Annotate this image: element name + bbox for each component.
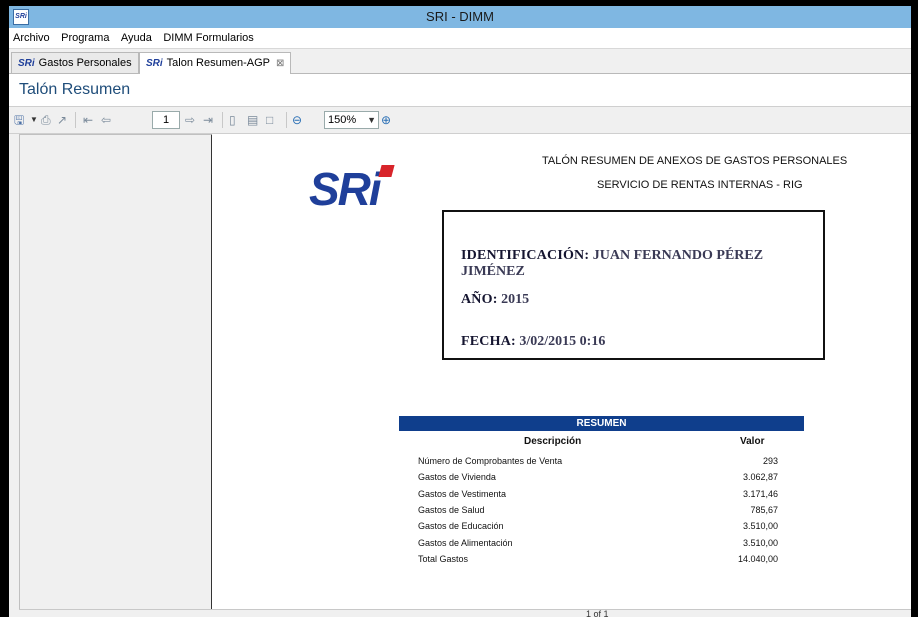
date-line: FECHA: 3/02/2015 0:16 (461, 334, 605, 350)
table-row: Gastos de Vivienda 3.062,87 (418, 472, 778, 488)
zoom-in-icon[interactable]: ⊕ (381, 112, 391, 128)
title-bar[interactable]: SRi SRI - DIMM (9, 6, 911, 28)
menu-programa[interactable]: Programa (57, 29, 112, 44)
page-number-input[interactable]: 1 (152, 111, 180, 129)
sri-logo-icon: SRi (18, 58, 35, 69)
tab-bar: SRi Gastos Personales SRi Talon Resumen-AG… (9, 49, 911, 74)
chevron-down-icon: ▼ (367, 115, 376, 125)
menu-archivo[interactable]: Archivo (9, 29, 53, 44)
date-label: FECHA: (461, 334, 516, 349)
dropdown-arrow-icon[interactable]: ▼ (30, 112, 38, 128)
menu-bar: Archivo Programa Ayuda DIMM Formularios (9, 28, 911, 49)
year-value: 2015 (501, 292, 530, 307)
row-description: Gastos de Vestimenta (418, 489, 507, 499)
identification-label: IDENTIFICACIÓN: (461, 248, 590, 263)
app-window: SRi SRI - DIMM Archivo Programa Ayuda DI… (9, 6, 911, 617)
screen-frame: SRi SRI - DIMM Archivo Programa Ayuda DI… (0, 0, 918, 617)
row-description: Número de Comprobantes de Venta (418, 456, 563, 466)
tab-talon-resumen-agp[interactable]: SRi Talon Resumen-AGP ⊠ (139, 52, 292, 74)
column-header-description: Descripción (524, 436, 582, 447)
report-subheading: SERVICIO DE RENTAS INTERNAS - RIG (597, 179, 803, 191)
window-title: SRI - DIMM (426, 9, 494, 24)
row-value: 3.510,00 (742, 521, 778, 531)
table-row: Gastos de Salud 785,67 (418, 505, 778, 521)
fit-page-icon[interactable]: ▤ (247, 112, 258, 128)
row-description: Gastos de Salud (418, 505, 485, 515)
logo-red-accent (378, 165, 395, 177)
tab-label: Gastos Personales (38, 57, 132, 69)
fit-width-icon[interactable]: □ (266, 112, 273, 128)
next-page-icon[interactable]: ⇨ (185, 112, 195, 128)
row-description: Gastos de Alimentación (418, 538, 513, 548)
print-icon[interactable]: ⎙ (41, 112, 51, 128)
zoom-value: 150% (328, 114, 357, 126)
row-description: Gastos de Vivienda (418, 472, 496, 482)
page-indicator: 1 of 1 (586, 609, 609, 617)
save-icon[interactable]: 🖫 (14, 112, 24, 128)
toolbar-separator (75, 112, 76, 128)
zoom-out-icon[interactable]: ⊖ (292, 112, 302, 128)
status-bar: 1 of 1 (19, 609, 911, 617)
row-value: 3.062,87 (742, 472, 778, 482)
date-value: 3/02/2015 0:16 (519, 334, 606, 349)
page-header: Talón Resumen (9, 74, 911, 107)
table-row: Número de Comprobantes de Venta 293 (418, 456, 778, 472)
table-row: Gastos de Educación 3.510,00 (418, 521, 778, 537)
row-value: 293 (762, 456, 778, 466)
identification-line: IDENTIFICACIÓN: JUAN FERNANDO PÉREZ JIMÉ… (461, 248, 823, 280)
navigation-panel[interactable] (19, 134, 213, 611)
taxpayer-info-box: IDENTIFICACIÓN: JUAN FERNANDO PÉREZ JIMÉ… (442, 210, 825, 360)
row-description: Total Gastos (418, 554, 469, 564)
sri-logo: SRi (309, 163, 382, 215)
zoom-select[interactable]: 150% ▼ (324, 111, 379, 129)
year-label: AÑO: (461, 292, 498, 307)
resumen-header-band: RESUMEN (399, 416, 804, 431)
row-value: 3.171,46 (742, 489, 778, 499)
row-value: 3.510,00 (742, 538, 778, 548)
column-header-value: Valor (740, 436, 765, 447)
report-toolbar: 🖫 ▼ ⎙ ↗ ⇤ ⇦ 1 ⇨ ⇥ ▯ ▤ □ ⊖ 150% ▼ ⊕ (9, 107, 911, 134)
close-tab-icon[interactable]: ⊠ (276, 58, 284, 69)
table-row: Total Gastos 14.040,00 (418, 554, 778, 570)
first-page-icon[interactable]: ⇤ (83, 112, 93, 128)
menu-dimm-formularios[interactable]: DIMM Formularios (159, 29, 256, 44)
page-title: Talón Resumen (19, 81, 131, 98)
last-page-icon[interactable]: ⇥ (203, 112, 213, 128)
row-value: 14.040,00 (737, 554, 778, 564)
toolbar-separator (286, 112, 287, 128)
table-row: Gastos de Vestimenta 3.171,46 (418, 489, 778, 505)
menu-ayuda[interactable]: Ayuda (117, 29, 155, 44)
year-line: AÑO: 2015 (461, 292, 529, 308)
tab-gastos-personales[interactable]: SRi Gastos Personales (11, 52, 139, 73)
export-icon[interactable]: ↗ (57, 112, 67, 128)
report-heading: TALÓN RESUMEN DE ANEXOS DE GASTOS PERSON… (542, 155, 848, 167)
row-value: 785,67 (750, 505, 778, 515)
toolbar-separator (222, 112, 223, 128)
table-row: Gastos de Alimentación 3.510,00 (418, 538, 778, 554)
report-viewer[interactable]: SRi TALÓN RESUMEN DE ANEXOS DE GASTOS PE… (212, 134, 911, 609)
single-page-icon[interactable]: ▯ (229, 112, 236, 128)
sri-logo-icon: SRi (146, 58, 163, 69)
row-description: Gastos de Educación (418, 521, 504, 531)
tab-label: Talon Resumen-AGP (166, 57, 270, 69)
previous-page-icon[interactable]: ⇦ (101, 112, 111, 128)
